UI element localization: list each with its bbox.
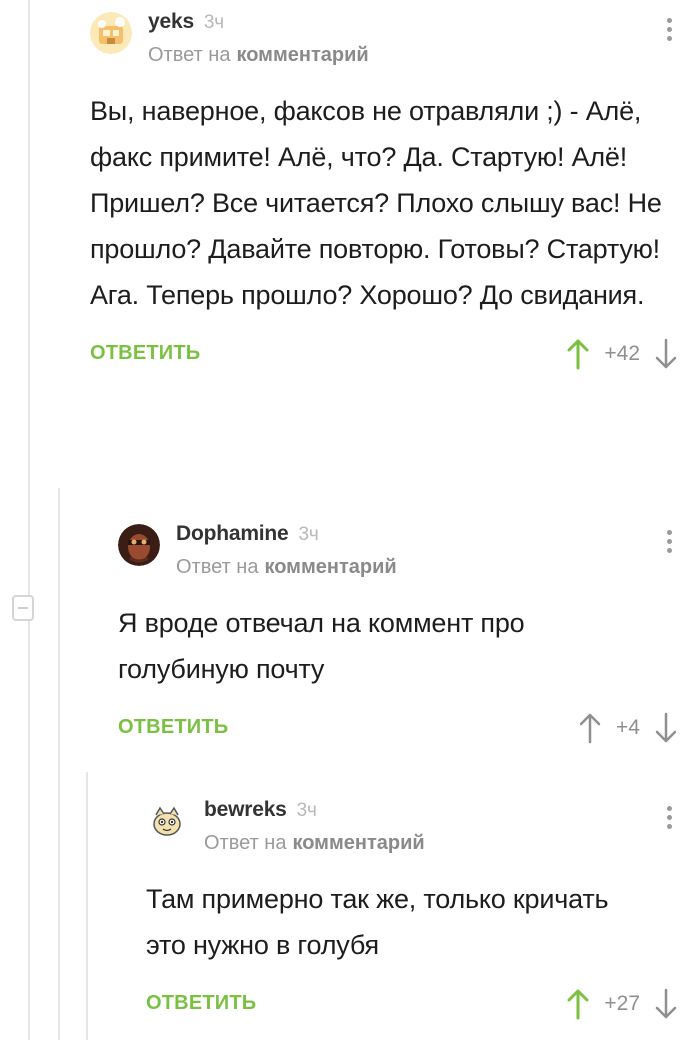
arrow-up-icon[interactable] [566, 338, 590, 370]
comment-header: yeks 3ч Ответ на комментарий [90, 8, 700, 70]
kebab-menu-icon[interactable] [664, 806, 674, 832]
comment-time: 3ч [298, 524, 319, 545]
arrow-up-icon[interactable] [566, 988, 590, 1020]
author-name-text[interactable]: bewreks [204, 798, 287, 821]
author-name-text[interactable]: Dophamine [176, 522, 289, 545]
reply-button[interactable]: ОТВЕТИТЬ [146, 992, 256, 1015]
comment-header: Dophamine 3ч Ответ на комментарий [118, 520, 700, 582]
vote-score: +42 [604, 342, 640, 365]
reply-to-prefix: Ответ на [176, 556, 259, 578]
comment-text: Вы, наверное, факсов не отравляли ;) - А… [90, 96, 662, 310]
comment-yeks: yeks 3ч Ответ на комментарий Вы, наверное,… [90, 8, 700, 380]
arrow-up-icon[interactable] [578, 712, 602, 744]
kebab-menu-icon[interactable] [664, 18, 674, 44]
reply-to-line: Ответ на комментарий [204, 832, 425, 855]
reply-to-link[interactable]: комментарий [236, 44, 368, 66]
comment-time: 3ч [296, 800, 317, 821]
arrow-down-icon[interactable] [654, 988, 678, 1020]
comment-time: 3ч [203, 12, 224, 33]
author-name-text[interactable]: yeks [148, 10, 194, 33]
reply-to-prefix: Ответ на [204, 832, 287, 854]
vote-score: +4 [616, 716, 640, 739]
author-name[interactable]: bewreks 3ч [204, 798, 317, 822]
comment-actions: ОТВЕТИТЬ +42 [90, 332, 700, 380]
author-name[interactable]: yeks 3ч [148, 10, 224, 34]
reply-to-link[interactable]: комментарий [264, 556, 396, 578]
vote-controls: +4 [578, 708, 678, 748]
comments-page: yeks 3ч Ответ на комментарий Вы, наверное,… [0, 0, 700, 1040]
avatar[interactable] [90, 12, 132, 54]
comment-header: bewreks 3ч Ответ на комментарий [146, 796, 700, 858]
comment-actions: ОТВЕТИТЬ +27 [146, 982, 700, 1030]
collapse-thread-button[interactable] [12, 595, 34, 621]
comment-dophamine: Dophamine 3ч Ответ на комментарий Я вроде … [118, 520, 700, 754]
vote-score: +27 [604, 992, 640, 1015]
reply-to-prefix: Ответ на [148, 44, 231, 66]
reply-to-link[interactable]: комментарий [292, 832, 424, 854]
comment-text: Я вроде отвечал на коммент про голубиную… [118, 608, 525, 684]
reply-button[interactable]: ОТВЕТИТЬ [118, 716, 228, 739]
arrow-down-icon[interactable] [654, 338, 678, 370]
vote-controls: +42 [566, 334, 678, 374]
thread-line-level-1 [58, 488, 60, 1040]
avatar[interactable] [146, 800, 188, 842]
thread-line-root [28, 0, 30, 1040]
kebab-menu-icon[interactable] [664, 530, 674, 556]
avatar[interactable] [118, 524, 160, 566]
reply-button[interactable]: ОТВЕТИТЬ [90, 342, 200, 365]
author-name[interactable]: Dophamine 3ч [176, 522, 319, 546]
arrow-down-icon[interactable] [654, 712, 678, 744]
reply-to-line: Ответ на комментарий [148, 44, 369, 67]
comment-bewreks: bewreks 3ч Ответ на комментарий Там пример… [146, 796, 700, 1030]
vote-controls: +27 [566, 984, 678, 1024]
comment-text: Там примерно так же, только кричать это … [146, 884, 609, 960]
comment-actions: ОТВЕТИТЬ +4 [118, 706, 700, 754]
thread-line-level-2 [86, 772, 88, 1040]
reply-to-line: Ответ на комментарий [176, 556, 397, 579]
